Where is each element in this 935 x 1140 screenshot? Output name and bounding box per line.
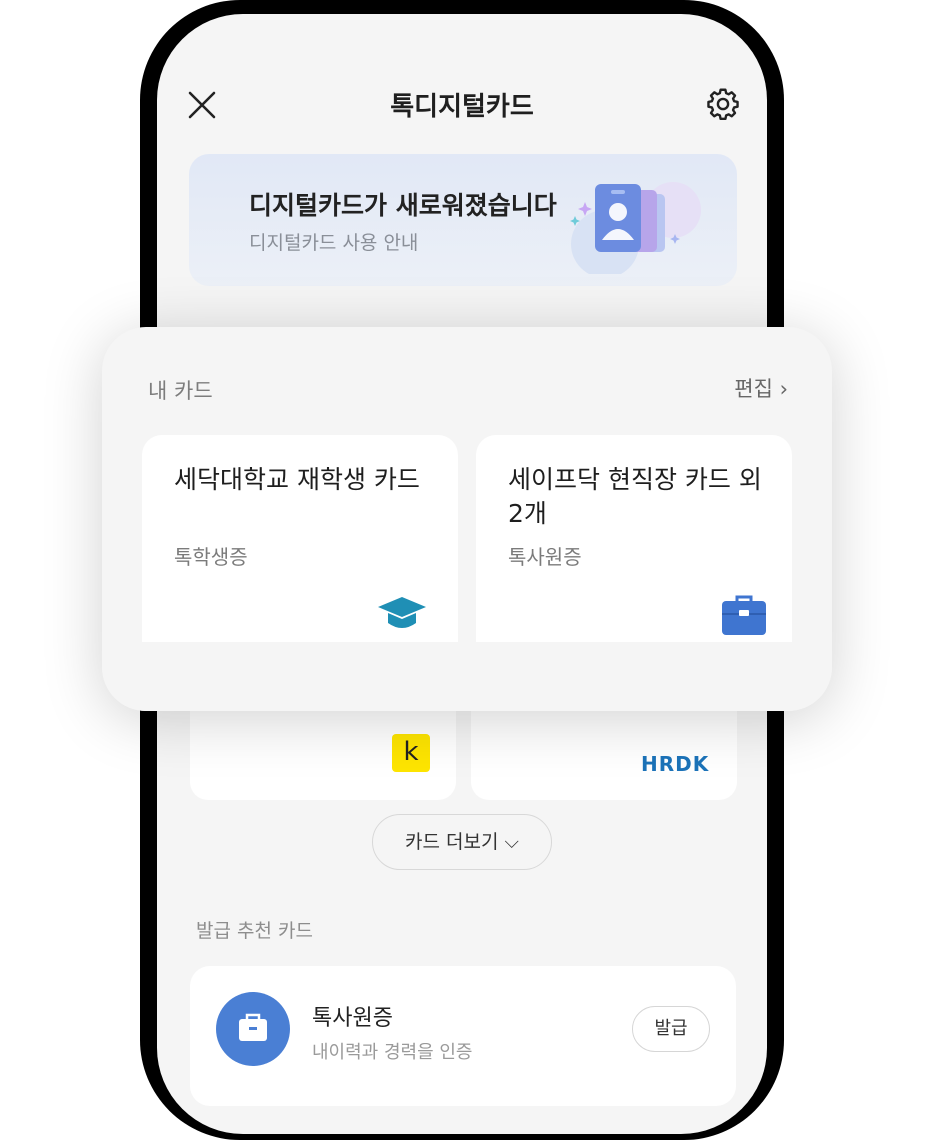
card-title: 세이프닥 현직장 카드 외 2개 [508,465,762,528]
top-bar: 톡디지털카드 [157,74,767,134]
recommended-section-label: 발급 추천 카드 [196,920,313,942]
gear-icon [707,88,739,121]
kakao-logo: k [392,734,430,772]
issue-button[interactable]: 발급 [632,1006,710,1052]
page-title: 톡디지털카드 [390,92,534,122]
notice-banner[interactable]: 디지털카드가 새로워졌습니다 디지털카드 사용 안내 [189,154,737,286]
id-card-stack-icon [570,182,701,274]
briefcase-icon [722,595,766,635]
card-type: 톡학생증 [174,545,248,569]
settings-button[interactable] [705,86,741,122]
my-cards-panel: 내 카드 편집 › 세닥대학교 재학생 카드 톡학생증 세이프닥 현직장 카드 … [102,327,832,711]
card-type: 톡사원증 [508,545,582,569]
more-cards-button[interactable]: 카드 더보기 ⌵ [372,814,552,870]
recommended-card-subtitle: 내이력과 경력을 인증 [312,1042,473,1063]
banner-subtitle: 디지털카드 사용 안내 [249,232,419,254]
card-title: 세닥대학교 재학생 카드 [174,465,420,494]
graduation-cap-icon [378,597,426,628]
banner-title: 디지털카드가 새로워졌습니다 [249,191,557,220]
hrdk-logo: HRDK [641,752,710,776]
briefcase-icon [239,1013,267,1041]
recommended-card[interactable]: 톡사원증 내이력과 경력을 인증 발급 [190,966,736,1106]
recommended-icon-circle [216,992,290,1066]
my-cards-label: 내 카드 [148,379,213,403]
recommended-card-title: 톡사원증 [312,1006,393,1031]
panel-bottom [102,642,832,711]
edit-button[interactable]: 편집 › [734,373,788,403]
